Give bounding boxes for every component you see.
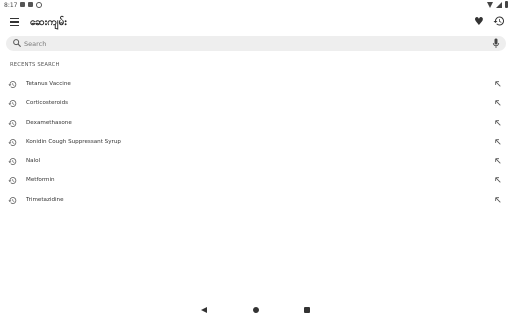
status-time: 8:17 xyxy=(4,2,18,9)
app-bar: ဆေးကျမ်း ♥ xyxy=(0,12,512,34)
recent-search-label: Tetanus Vaccine xyxy=(26,81,71,87)
search-icon xyxy=(13,39,21,47)
wifi-icon xyxy=(487,1,493,8)
arrow-up-left-icon[interactable] xyxy=(494,138,502,146)
signal-icon xyxy=(496,1,502,8)
history-icon xyxy=(8,196,17,204)
mic-icon[interactable] xyxy=(492,38,500,49)
recent-search-item[interactable]: Nalol xyxy=(0,152,512,171)
sync-icon xyxy=(36,2,42,8)
history-icon[interactable] xyxy=(493,15,505,27)
recent-search-item[interactable]: Tetanus Vaccine xyxy=(0,75,512,94)
status-system-icons xyxy=(487,1,508,8)
arrow-up-left-icon[interactable] xyxy=(494,157,502,165)
status-notification-icons xyxy=(20,2,42,8)
history-icon xyxy=(8,81,17,88)
sd-card-icon xyxy=(28,2,33,7)
heart-icon[interactable]: ♥ xyxy=(474,15,484,28)
arrow-up-left-icon[interactable] xyxy=(494,196,502,204)
arrow-up-left-icon[interactable] xyxy=(494,80,502,88)
recent-search-label: Metformin xyxy=(26,177,55,184)
recent-search-item[interactable]: Metformin xyxy=(0,171,512,190)
notification-icon xyxy=(20,2,25,7)
recent-search-item[interactable]: Dexamethasone xyxy=(0,114,512,133)
arrow-up-left-icon[interactable] xyxy=(494,119,502,127)
home-icon[interactable] xyxy=(253,307,259,313)
history-icon xyxy=(8,119,17,127)
system-nav-bar xyxy=(0,300,512,320)
recent-search-label: Trimetazidine xyxy=(26,196,64,203)
history-icon xyxy=(8,139,17,146)
history-icon xyxy=(8,100,17,108)
arrow-up-left-icon[interactable] xyxy=(494,99,502,107)
recent-search-list: Tetanus Vaccine Corticosteroids Dexameth… xyxy=(0,75,512,210)
recent-search-label: Nalol xyxy=(26,158,41,165)
search-bar[interactable] xyxy=(6,36,506,51)
history-icon xyxy=(8,177,17,185)
status-bar: 8:17 xyxy=(0,0,512,12)
history-icon xyxy=(8,158,17,166)
menu-icon[interactable] xyxy=(10,18,19,26)
recent-search-item[interactable]: Konidin Cough Suppressant Syrup xyxy=(0,133,512,152)
recent-search-label: Konidin Cough Suppressant Syrup xyxy=(26,138,121,145)
recent-search-item[interactable]: Corticosteroids xyxy=(0,94,512,113)
app-title: ဆေးကျမ်း xyxy=(30,17,67,28)
battery-icon xyxy=(505,1,508,8)
search-input[interactable] xyxy=(24,37,484,50)
recent-search-label: Corticosteroids xyxy=(26,100,69,107)
arrow-up-left-icon[interactable] xyxy=(494,176,502,184)
recent-search-item[interactable]: Trimetazidine xyxy=(0,191,512,210)
recent-apps-icon[interactable] xyxy=(304,307,310,313)
back-icon[interactable] xyxy=(201,307,207,313)
recents-section-label: RECENTS SEARCH xyxy=(10,62,60,68)
recent-search-label: Dexamethasone xyxy=(26,119,72,126)
